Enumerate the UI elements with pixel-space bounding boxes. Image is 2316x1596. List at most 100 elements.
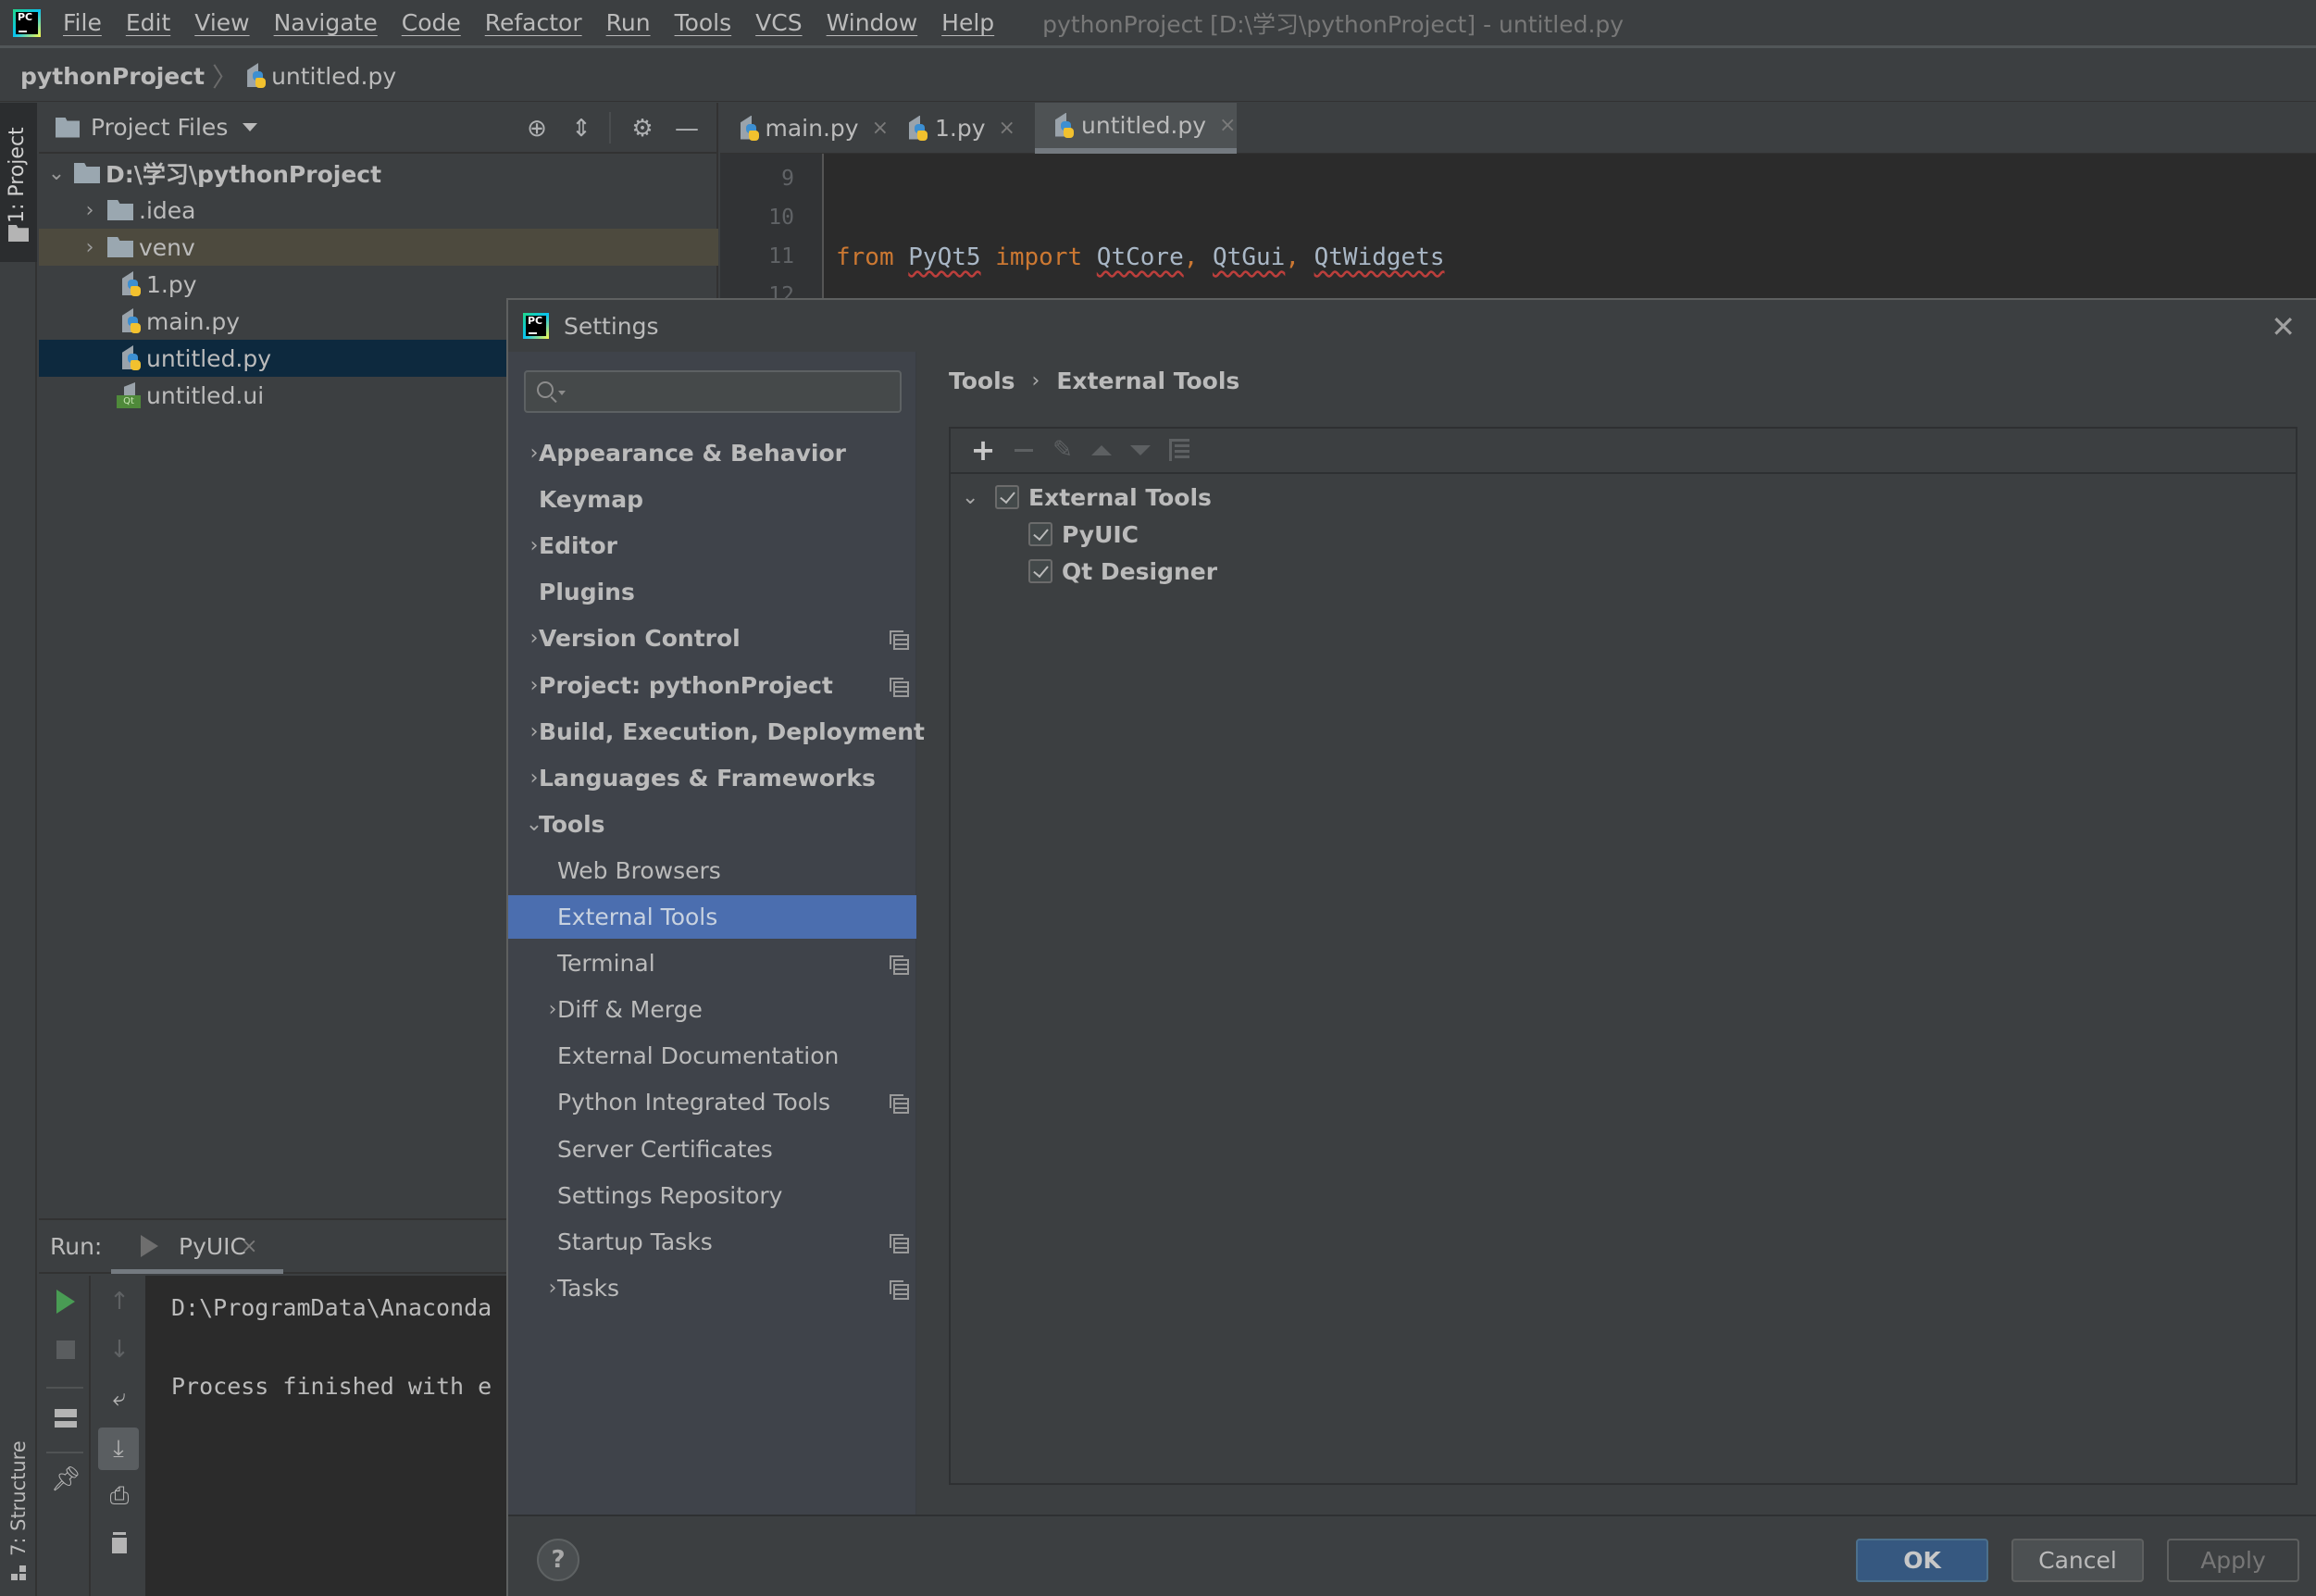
project-level-settings-icon xyxy=(890,630,909,651)
settings-tree-label: Settings Repository xyxy=(557,1181,783,1209)
close-icon[interactable]: ✕ xyxy=(2271,309,2296,344)
settings-tree-item-build-execution-deployment[interactable]: › Build, Execution, Deployment xyxy=(508,710,925,754)
python-file-icon xyxy=(120,345,141,371)
structure-tool-window-button[interactable]: 7: Structure xyxy=(0,1417,37,1593)
edit-pencil-icon[interactable]: ✎ xyxy=(1049,436,1077,464)
tool-group-external-tools[interactable]: ⌄ External Tools xyxy=(962,479,1212,516)
settings-tree-label: Project: pythonProject xyxy=(539,671,833,699)
menu-navigate[interactable]: Navigate xyxy=(274,9,378,36)
hide-panel-icon[interactable]: — xyxy=(672,114,702,143)
soft-wrap-icon[interactable]: ⤶ xyxy=(101,1379,138,1416)
chevron-down-icon[interactable]: ⌄ xyxy=(962,486,990,509)
arrow-up-icon[interactable]: ↑ xyxy=(101,1283,138,1320)
menu-help[interactable]: Help xyxy=(941,9,994,36)
rerun-icon[interactable] xyxy=(47,1283,84,1320)
tool-item-qt-designer[interactable]: Qt Designer xyxy=(1028,553,1217,590)
tab-main-py[interactable]: main.py × xyxy=(720,103,889,154)
settings-tree-item-editor[interactable]: › Editor xyxy=(508,524,916,567)
pin-icon[interactable]: 📌︎ xyxy=(47,1461,84,1498)
remove-icon[interactable] xyxy=(1010,436,1038,464)
menu-edit[interactable]: Edit xyxy=(126,9,170,36)
arrow-down-icon[interactable]: ↓ xyxy=(101,1331,138,1368)
layout-icon[interactable] xyxy=(47,1400,84,1437)
tool-item-pyuic[interactable]: PyUIC xyxy=(1028,516,1139,553)
breadcrumb-parent[interactable]: Tools xyxy=(949,368,1015,394)
chevron-right-icon[interactable]: › xyxy=(80,236,100,259)
settings-tree-item-external-documentation[interactable]: External Documentation xyxy=(508,1034,916,1078)
settings-dialog: PC Settings ✕ › Appearance & Behavior Keym… xyxy=(506,298,2316,1596)
tree-row-root[interactable]: ⌄ D:\学习\pythonProject xyxy=(39,155,718,192)
settings-search-input[interactable] xyxy=(524,370,902,413)
trash-icon[interactable] xyxy=(101,1526,138,1563)
checkbox-checked[interactable] xyxy=(1028,559,1052,583)
tab-untitled-py[interactable]: untitled.py × xyxy=(1035,103,1237,154)
settings-tree-item-appearance-behavior[interactable]: › Appearance & Behavior xyxy=(508,431,916,475)
left-tool-stripe: 1: Project 7: Structure xyxy=(0,103,37,1596)
menu-file[interactable]: File xyxy=(63,9,102,36)
menu-vcs[interactable]: VCS xyxy=(755,9,802,36)
chevron-down-icon[interactable]: ⌄ xyxy=(46,162,67,185)
close-tab-icon[interactable]: × xyxy=(872,117,889,140)
stop-icon[interactable] xyxy=(47,1331,84,1368)
breadcrumb-file[interactable]: untitled.py xyxy=(271,63,396,90)
settings-tree-item-tools[interactable]: ⌄ Tools xyxy=(508,803,916,846)
settings-tree-item-languages-frameworks[interactable]: › Languages & Frameworks xyxy=(508,756,916,800)
move-up-icon[interactable] xyxy=(1088,436,1115,464)
dialog-title-bar[interactable]: PC Settings ✕ xyxy=(508,300,2316,352)
gear-icon[interactable]: ⚙ xyxy=(628,114,657,143)
settings-tree-item-python-integrated-tools[interactable]: Python Integrated Tools xyxy=(508,1080,916,1124)
settings-tree-item-project-pythonproject[interactable]: › Project: pythonProject xyxy=(508,664,916,707)
add-icon[interactable]: + xyxy=(969,432,997,468)
breadcrumb-project[interactable]: pythonProject xyxy=(20,63,205,90)
tree-row-1-py[interactable]: 1.py xyxy=(39,266,718,303)
settings-tree-label: External Tools xyxy=(557,904,718,930)
folder-icon xyxy=(107,237,133,257)
settings-tree-label: Tools xyxy=(539,810,605,838)
menu-code[interactable]: Code xyxy=(402,9,461,36)
checkbox-checked[interactable] xyxy=(1028,522,1052,546)
search-options-dropdown-icon[interactable] xyxy=(558,391,566,395)
tree-row-idea[interactable]: › .idea xyxy=(39,192,718,229)
copy-icon[interactable] xyxy=(1165,436,1193,464)
run-tab-pyuic[interactable]: PyUIC × xyxy=(111,1220,283,1274)
console-output[interactable]: D:\ProgramData\Anaconda Process finished… xyxy=(145,1276,506,1596)
close-tab-icon[interactable]: × xyxy=(241,1235,257,1258)
console-line: D:\ProgramData\Anaconda xyxy=(171,1294,492,1321)
ok-button[interactable]: OK xyxy=(1856,1539,1988,1582)
settings-tree-item-external-tools[interactable]: External Tools xyxy=(508,895,916,939)
settings-tree-item-plugins[interactable]: Plugins xyxy=(508,570,916,614)
checkbox-checked[interactable] xyxy=(995,485,1019,509)
menu-view[interactable]: View xyxy=(194,9,249,36)
code-editor[interactable]: 9 10 11 12 from PyQt5 import QtCore, QtG… xyxy=(720,154,2316,298)
tree-row-venv[interactable]: › venv xyxy=(39,229,718,266)
project-tool-window-button[interactable]: 1: Project xyxy=(0,103,37,262)
close-tab-icon[interactable]: × xyxy=(999,117,1015,140)
menu-refactor[interactable]: Refactor xyxy=(485,9,582,36)
menu-window[interactable]: Window xyxy=(827,9,918,36)
settings-tree-item-startup-tasks[interactable]: Startup Tasks xyxy=(508,1220,916,1264)
settings-tree-item-diff-merge[interactable]: › Diff & Merge xyxy=(508,988,916,1031)
settings-tree-item-tasks[interactable]: › Tasks xyxy=(508,1266,916,1310)
settings-tree-item-terminal[interactable]: Terminal xyxy=(508,941,916,985)
scroll-to-end-icon[interactable]: ⤓ xyxy=(98,1428,139,1470)
settings-tree-item-web-browsers[interactable]: Web Browsers xyxy=(508,849,916,892)
project-view-selector[interactable]: Project Files xyxy=(91,114,228,141)
menu-run[interactable]: Run xyxy=(606,9,651,36)
apply-button[interactable]: Apply xyxy=(2167,1539,2299,1582)
print-icon[interactable]: ⎙ xyxy=(101,1478,138,1515)
close-tab-icon[interactable]: × xyxy=(1219,114,1236,137)
move-down-icon[interactable] xyxy=(1127,436,1154,464)
settings-tree-item-keymap[interactable]: Keymap xyxy=(508,478,916,521)
settings-tree-item-settings-repository[interactable]: Settings Repository xyxy=(508,1174,916,1217)
tab-1-py[interactable]: 1.py × xyxy=(889,103,1026,154)
chevron-right-icon[interactable]: › xyxy=(80,199,100,222)
settings-tree-item-server-certificates[interactable]: Server Certificates xyxy=(508,1128,916,1171)
locate-target-icon[interactable]: ⊕ xyxy=(522,114,552,143)
dropdown-arrow-icon[interactable] xyxy=(243,123,258,131)
line-number: 10 xyxy=(768,206,794,230)
help-button[interactable]: ? xyxy=(537,1539,579,1581)
collapse-all-icon[interactable]: ⇕ xyxy=(567,114,596,143)
settings-tree-item-version-control[interactable]: › Version Control xyxy=(508,617,916,660)
cancel-button[interactable]: Cancel xyxy=(2011,1539,2144,1582)
menu-tools[interactable]: Tools xyxy=(675,9,732,36)
